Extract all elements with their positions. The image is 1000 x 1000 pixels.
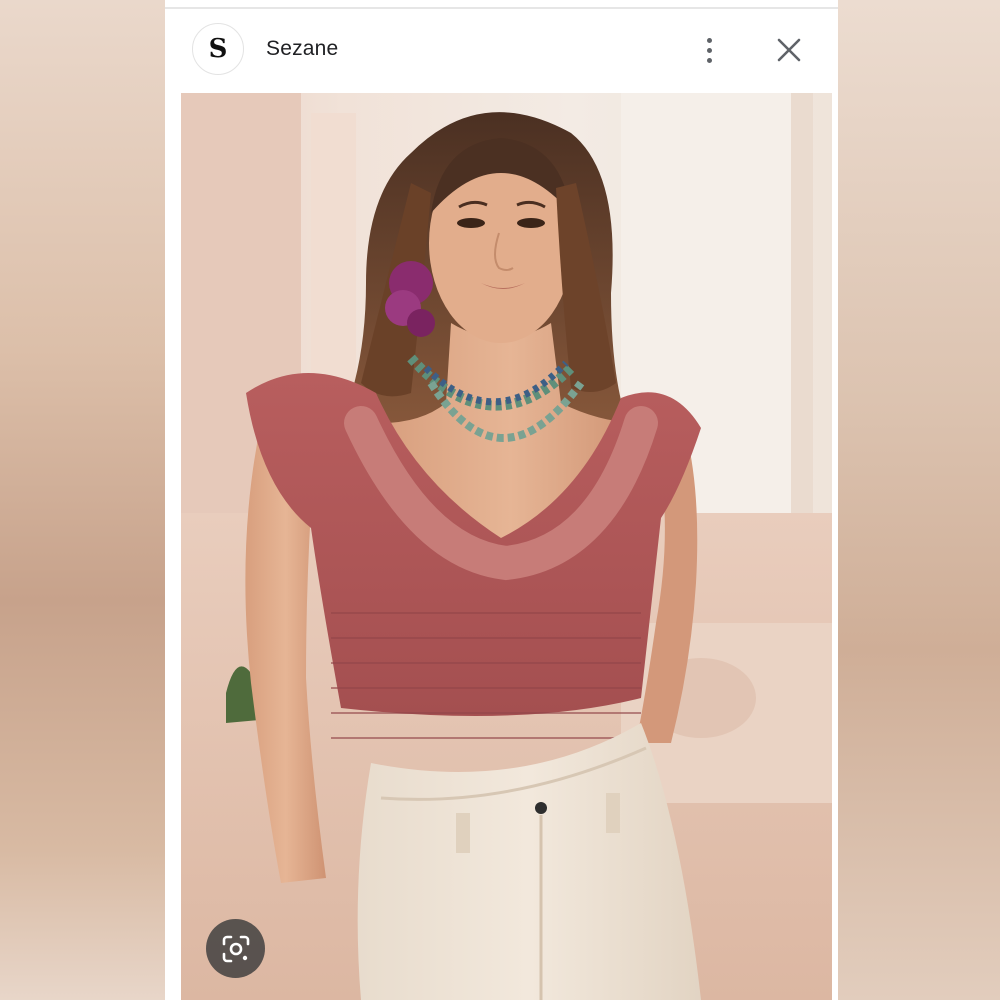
close-icon — [777, 38, 801, 62]
lens-search-icon — [222, 935, 249, 962]
lens-search-button[interactable] — [206, 919, 265, 978]
background-blur-right — [838, 0, 1000, 1000]
more-vert-icon — [706, 37, 712, 43]
more-dot — [706, 47, 712, 53]
background-blur-left — [0, 0, 165, 1000]
more-dot — [706, 57, 712, 63]
viewer-header: S Sezane — [165, 10, 838, 92]
top-divider — [165, 7, 838, 9]
product-photo[interactable] — [181, 93, 832, 1000]
model-photo-illustration — [181, 93, 832, 1000]
more-options-button[interactable] — [693, 32, 725, 68]
source-logo[interactable]: S — [192, 23, 244, 75]
source-title[interactable]: Sezane — [266, 37, 338, 61]
image-viewer-panel: S Sezane — [165, 0, 838, 1000]
close-button[interactable] — [771, 32, 807, 68]
